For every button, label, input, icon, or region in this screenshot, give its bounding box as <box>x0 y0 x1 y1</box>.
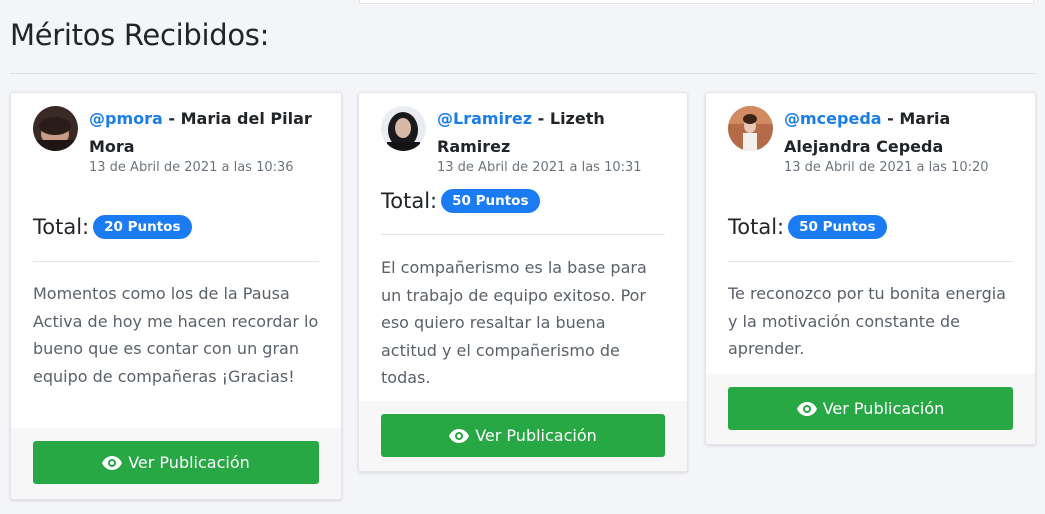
page-title: Méritos Recibidos: <box>10 18 270 52</box>
card-footer: Ver Publicación <box>11 428 341 499</box>
points-badge: 20 Puntos <box>93 215 192 239</box>
card-divider <box>33 261 319 262</box>
view-post-label: Ver Publicación <box>475 426 597 445</box>
eye-icon <box>449 428 470 443</box>
user-handle-link[interactable]: @pmora <box>89 109 163 128</box>
avatar[interactable] <box>381 106 426 151</box>
total-label: Total: <box>33 215 90 239</box>
user-handle-link[interactable]: @Lramirez <box>437 109 532 128</box>
view-post-label: Ver Publicación <box>822 399 945 418</box>
view-post-button[interactable]: Ver Publicación <box>728 387 1013 430</box>
merit-card: @mcepeda - Maria Alejandra Cepeda 13 de … <box>705 92 1036 445</box>
avatar[interactable] <box>33 106 78 151</box>
merit-message: Te reconozco por tu bonita energia y la … <box>728 284 1006 358</box>
user-line: @mcepeda - Maria Alejandra Cepeda <box>784 105 1017 161</box>
card-divider <box>728 261 1013 262</box>
avatar[interactable] <box>728 106 773 151</box>
total-row: Total: 50 Puntos <box>728 215 1013 239</box>
card-divider <box>381 234 665 235</box>
view-post-button[interactable]: Ver Publicación <box>381 414 665 457</box>
merit-message: El compañerismo es la base para un traba… <box>381 258 647 387</box>
view-post-button[interactable]: Ver Publicación <box>33 441 319 484</box>
separator: - <box>532 109 550 128</box>
card-footer: Ver Publicación <box>359 401 687 471</box>
title-divider <box>10 73 1035 74</box>
post-date: 13 de Abril de 2021 a las 10:20 <box>784 160 989 175</box>
user-line: @Lramirez - Lizeth Ramirez <box>437 105 669 161</box>
user-line: @pmora - Maria del Pilar Mora <box>89 105 323 161</box>
post-date: 13 de Abril de 2021 a las 10:36 <box>89 160 294 175</box>
total-row: Total: 50 Puntos <box>381 189 665 213</box>
eye-icon <box>796 401 817 416</box>
points-badge: 50 Puntos <box>441 189 540 213</box>
separator: - <box>881 109 900 128</box>
previous-section-edge <box>359 0 1034 4</box>
user-handle-link[interactable]: @mcepeda <box>784 109 882 128</box>
card-footer: Ver Publicación <box>706 374 1035 444</box>
total-row: Total: 20 Puntos <box>33 215 319 239</box>
separator: - <box>162 109 181 128</box>
view-post-label: Ver Publicación <box>128 453 250 472</box>
eye-icon <box>102 455 123 470</box>
total-label: Total: <box>728 215 785 239</box>
merit-card: @Lramirez - Lizeth Ramirez 13 de Abril d… <box>358 92 688 472</box>
merit-card: @pmora - Maria del Pilar Mora 13 de Abri… <box>10 92 342 500</box>
post-date: 13 de Abril de 2021 a las 10:31 <box>437 160 642 175</box>
merit-message: Momentos como los de la Pausa Activa de … <box>33 284 319 386</box>
points-badge: 50 Puntos <box>788 215 887 239</box>
total-label: Total: <box>381 189 438 213</box>
